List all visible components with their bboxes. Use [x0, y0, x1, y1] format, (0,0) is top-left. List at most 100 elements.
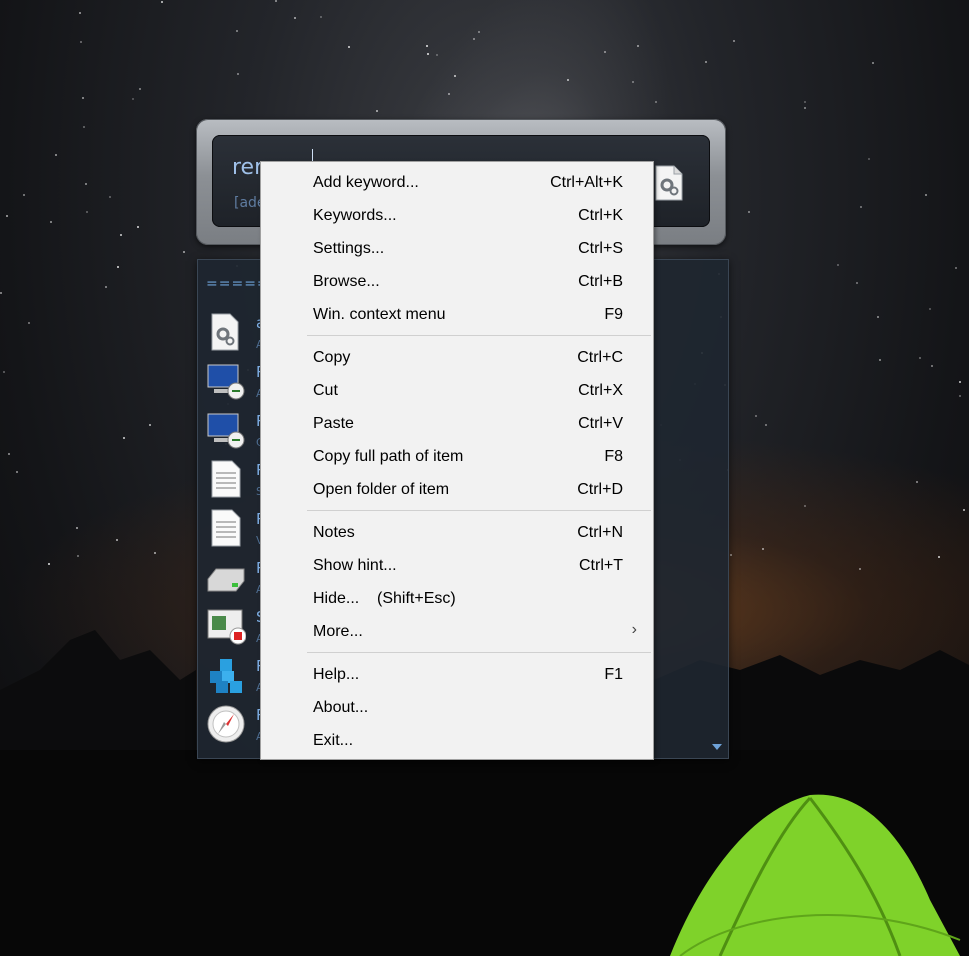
menu-item-label: Browse...	[313, 273, 380, 290]
star	[8, 453, 10, 455]
menu-item-add-keyword[interactable]: Add keyword... Ctrl+Alt+K	[261, 166, 653, 199]
compass-icon	[207, 705, 245, 743]
result-row[interactable]: RA	[198, 557, 266, 603]
star	[872, 62, 874, 64]
result-row[interactable]: RS	[198, 459, 266, 505]
menu-item-paste[interactable]: Paste Ctrl+V	[261, 407, 653, 440]
star	[804, 101, 806, 103]
menu-item-shortcut: Ctrl+V	[578, 415, 623, 432]
star	[877, 316, 879, 318]
star	[28, 322, 30, 324]
menu-item-cut[interactable]: Cut Ctrl+X	[261, 374, 653, 407]
star	[879, 359, 881, 361]
menu-item-label: Copy full path of item	[313, 448, 464, 465]
menu-item-exit[interactable]: Exit...	[261, 724, 653, 757]
star	[859, 568, 861, 570]
menu-item-label: Help...	[313, 666, 360, 683]
star	[925, 194, 927, 196]
chevron-right-icon: ›	[631, 621, 637, 638]
star	[348, 46, 350, 48]
star	[762, 548, 764, 550]
star	[632, 81, 634, 83]
star	[436, 54, 438, 56]
search-query-text[interactable]: rer	[232, 155, 263, 180]
star	[82, 97, 84, 99]
star	[80, 41, 82, 43]
menu-item-shortcut: Ctrl+X	[578, 382, 623, 399]
star	[0, 292, 2, 294]
menu-item-settings[interactable]: Settings... Ctrl+S	[261, 232, 653, 265]
star	[567, 79, 569, 81]
star	[705, 61, 707, 63]
menu-item-label: Copy	[313, 349, 351, 366]
window-stop-icon	[207, 609, 246, 645]
star	[76, 527, 78, 529]
tent	[670, 794, 961, 956]
star	[116, 539, 118, 541]
star	[123, 437, 125, 439]
result-row[interactable]: SA	[198, 606, 266, 652]
star	[868, 158, 870, 160]
scroll-down-arrow-icon[interactable]	[712, 744, 722, 750]
menu-item-about[interactable]: About...	[261, 691, 653, 724]
menu-item-help[interactable]: Help... F1	[261, 658, 653, 691]
menu-item-shortcut: Ctrl+C	[577, 349, 623, 366]
menu-item-shortcut: Ctrl+K	[578, 207, 623, 224]
text-document-icon	[211, 460, 241, 498]
result-row[interactable]: RA	[198, 361, 266, 407]
menu-item-hide[interactable]: Hide... (Shift+Esc)	[261, 582, 653, 615]
star	[77, 555, 79, 557]
menu-separator	[307, 335, 651, 336]
result-row[interactable]: RV	[198, 508, 266, 554]
menu-item-shortcut: Ctrl+S	[578, 240, 623, 257]
menu-item-copy[interactable]: Copy Ctrl+C	[261, 341, 653, 374]
star	[931, 365, 933, 367]
star	[86, 211, 88, 213]
menu-item-more[interactable]: More... ›	[261, 615, 653, 648]
result-row[interactable]: aA	[198, 312, 265, 358]
star	[183, 251, 185, 253]
menu-item-open-folder-of-item[interactable]: Open folder of item Ctrl+D	[261, 473, 653, 506]
star	[23, 194, 25, 196]
star	[655, 101, 657, 103]
star	[105, 286, 107, 288]
star	[83, 126, 85, 128]
star	[955, 267, 957, 269]
result-row[interactable]: RA	[198, 704, 266, 750]
gear-document-icon	[211, 313, 239, 351]
gear-document-icon[interactable]	[654, 165, 684, 201]
star	[454, 75, 456, 77]
star	[132, 98, 134, 100]
menu-item-label: Settings...	[313, 240, 385, 257]
star	[765, 424, 767, 426]
text-document-icon	[211, 509, 241, 547]
star	[79, 12, 81, 14]
menu-item-show-hint[interactable]: Show hint... Ctrl+T	[261, 549, 653, 582]
star	[919, 357, 921, 359]
star	[959, 381, 961, 383]
remote-desktop-icon	[207, 364, 245, 400]
menu-item-label: Show hint...	[313, 557, 397, 574]
star	[963, 509, 965, 511]
menu-item-label: Open folder of item	[313, 481, 450, 498]
menu-item-label: Paste	[313, 415, 354, 432]
result-row[interactable]: RA	[198, 655, 266, 701]
star	[275, 0, 277, 2]
star	[120, 234, 122, 236]
menu-item-notes[interactable]: Notes Ctrl+N	[261, 516, 653, 549]
star	[137, 226, 139, 228]
menu-item-label: Add keyword...	[313, 174, 419, 191]
star	[637, 45, 639, 47]
star	[730, 554, 732, 556]
menu-item-browse[interactable]: Browse... Ctrl+B	[261, 265, 653, 298]
menu-item-win-context-menu[interactable]: Win. context menu F9	[261, 298, 653, 331]
menu-item-copy-full-path-of-item[interactable]: Copy full path of item F8	[261, 440, 653, 473]
menu-item-shortcut: Ctrl+D	[577, 481, 623, 498]
star	[161, 1, 163, 3]
result-row[interactable]: RC	[198, 410, 266, 456]
menu-item-shortcut: Ctrl+N	[577, 524, 623, 541]
menu-item-keywords[interactable]: Keywords... Ctrl+K	[261, 199, 653, 232]
star	[50, 221, 52, 223]
star	[320, 16, 322, 18]
star	[3, 371, 5, 373]
